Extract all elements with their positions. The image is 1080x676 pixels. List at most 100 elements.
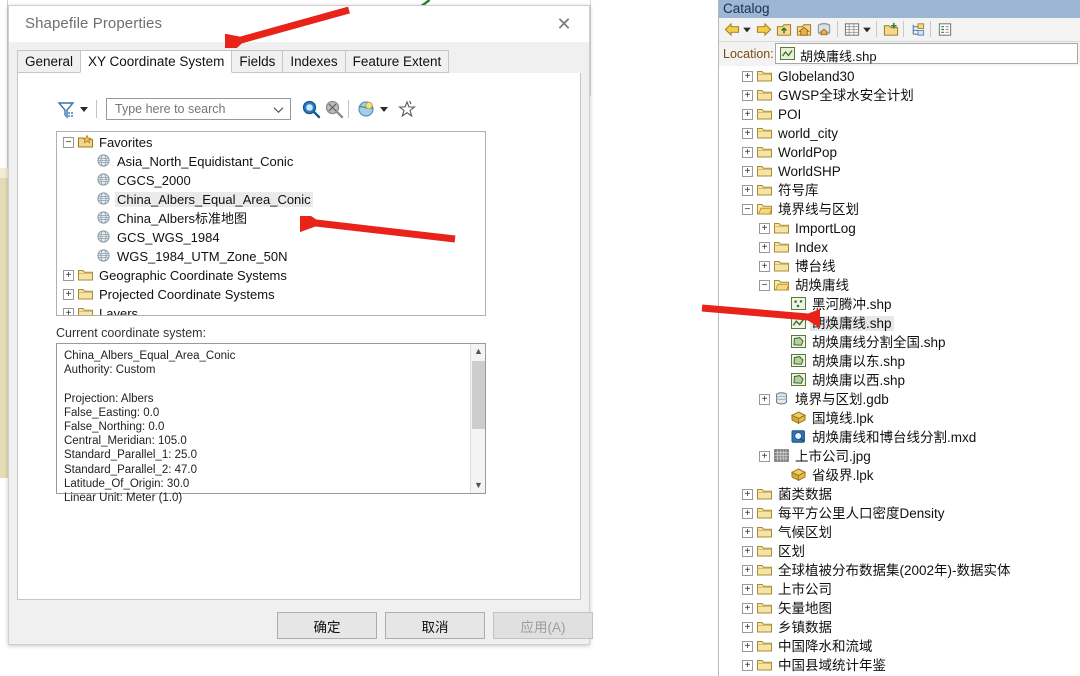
tree-item[interactable]: + 中国降水和流域 bbox=[719, 636, 1080, 655]
tree-item[interactable]: + 矢量地图 bbox=[719, 598, 1080, 617]
tree-item[interactable]: + 境界与区划.gdb bbox=[719, 389, 1080, 408]
tree-item[interactable]: + 中国县域统计年鉴 bbox=[719, 655, 1080, 674]
tab-general[interactable]: General bbox=[17, 50, 82, 73]
expand-icon[interactable]: + bbox=[742, 127, 753, 139]
tree-item[interactable]: + WorldSHP bbox=[719, 161, 1080, 180]
ok-button[interactable]: 确定 bbox=[277, 612, 377, 639]
expand-icon[interactable]: + bbox=[63, 289, 74, 301]
tree-item[interactable]: China_Albers_Equal_Area_Conic bbox=[57, 189, 485, 208]
expand-icon[interactable]: + bbox=[63, 308, 74, 315]
expand-icon[interactable]: + bbox=[742, 564, 753, 576]
tree-item[interactable]: − Favorites bbox=[57, 132, 485, 151]
tree-item[interactable]: 胡焕庸线和博台线分割.mxd bbox=[719, 427, 1080, 446]
expand-icon[interactable]: + bbox=[742, 640, 753, 652]
location-combobox[interactable]: 胡焕庸线.shp bbox=[775, 43, 1078, 64]
tree-item[interactable]: − 境界线与区划 bbox=[719, 199, 1080, 218]
cancel-button[interactable]: 取消 bbox=[385, 612, 485, 639]
tree-item[interactable]: + world_city bbox=[719, 123, 1080, 142]
description-icon[interactable] bbox=[936, 21, 954, 38]
grid-view-icon[interactable] bbox=[843, 21, 861, 38]
tree-item[interactable]: + POI bbox=[719, 104, 1080, 123]
expand-icon[interactable]: + bbox=[742, 108, 753, 120]
expand-icon[interactable]: + bbox=[759, 450, 770, 462]
tree-item[interactable]: + 全球植被分布数据集(2002年)-数据实体 bbox=[719, 560, 1080, 579]
scrollbar-thumb[interactable] bbox=[472, 361, 485, 429]
tree-item[interactable]: + 符号库 bbox=[719, 180, 1080, 199]
expand-icon[interactable]: + bbox=[742, 146, 753, 158]
collapse-icon[interactable]: − bbox=[742, 203, 753, 215]
collapse-icon[interactable]: − bbox=[63, 137, 74, 149]
vertical-scrollbar[interactable]: ▲ ▼ bbox=[470, 344, 485, 493]
tree-item[interactable]: + Globeland30 bbox=[719, 66, 1080, 85]
tree-item[interactable]: + Layers bbox=[57, 303, 485, 315]
tree-item[interactable]: + GWSP全球水安全计划 bbox=[719, 85, 1080, 104]
tree-item[interactable]: GCS_WGS_1984 bbox=[57, 227, 485, 246]
tree-item[interactable]: 胡焕庸以东.shp bbox=[719, 351, 1080, 370]
filter-icon[interactable] bbox=[56, 100, 76, 120]
expand-icon[interactable]: + bbox=[742, 89, 753, 101]
collapse-icon[interactable]: − bbox=[759, 279, 770, 291]
expand-icon[interactable]: + bbox=[742, 488, 753, 500]
expand-icon[interactable]: + bbox=[759, 222, 770, 234]
expand-icon[interactable]: + bbox=[742, 545, 753, 557]
tree-item[interactable]: + 区划 bbox=[719, 541, 1080, 560]
tree-item[interactable]: CGCS_2000 bbox=[57, 170, 485, 189]
coordinate-system-tree[interactable]: − Favorites Asia_North_Equidistant_Conic CG… bbox=[56, 131, 486, 316]
expand-icon[interactable]: + bbox=[742, 602, 753, 614]
expand-icon[interactable]: + bbox=[742, 184, 753, 196]
scroll-down-icon[interactable]: ▼ bbox=[471, 478, 486, 493]
forward-arrow-icon[interactable] bbox=[755, 21, 773, 38]
expand-icon[interactable]: + bbox=[742, 583, 753, 595]
up-one-level-icon[interactable] bbox=[775, 21, 793, 38]
tree-item[interactable]: + 气候区划 bbox=[719, 522, 1080, 541]
tab-feature-extent[interactable]: Feature Extent bbox=[344, 50, 450, 73]
tree-item[interactable]: + 上市公司.jpg bbox=[719, 446, 1080, 465]
expand-icon[interactable]: + bbox=[742, 659, 753, 671]
tree-item[interactable]: 黑河腾冲.shp bbox=[719, 294, 1080, 313]
tree-item[interactable]: − 胡焕庸线 bbox=[719, 275, 1080, 294]
chevron-down-icon[interactable] bbox=[273, 104, 284, 115]
search-input-wrapper[interactable] bbox=[106, 98, 291, 120]
expand-icon[interactable]: + bbox=[742, 621, 753, 633]
tab-xy-coordinate-system[interactable]: XY Coordinate System bbox=[80, 50, 233, 73]
globe-dropdown-icon[interactable] bbox=[380, 107, 388, 112]
grid-dropdown-icon[interactable] bbox=[862, 21, 872, 38]
expand-icon[interactable]: + bbox=[742, 70, 753, 82]
tree-item[interactable]: 省级界.lpk bbox=[719, 465, 1080, 484]
scroll-up-icon[interactable]: ▲ bbox=[471, 344, 486, 359]
expand-icon[interactable]: + bbox=[63, 270, 74, 282]
expand-icon[interactable]: + bbox=[759, 260, 770, 272]
tree-item[interactable]: + Projected Coordinate Systems bbox=[57, 284, 485, 303]
tree-item[interactable]: + 每平方公里人口密度Density bbox=[719, 503, 1080, 522]
tree-item[interactable]: + ImportLog bbox=[719, 218, 1080, 237]
tree-item[interactable]: + 博台线 bbox=[719, 256, 1080, 275]
toggle-tree-icon[interactable] bbox=[909, 21, 927, 38]
tree-item[interactable]: + Index bbox=[719, 237, 1080, 256]
tree-item[interactable]: China_Albers标准地图 bbox=[57, 208, 485, 227]
tab-fields[interactable]: Fields bbox=[231, 50, 284, 73]
filter-dropdown-icon[interactable] bbox=[80, 107, 88, 112]
back-dropdown-icon[interactable] bbox=[742, 21, 752, 38]
search-icon[interactable] bbox=[301, 99, 321, 119]
add-favorite-icon[interactable] bbox=[398, 100, 416, 118]
expand-icon[interactable]: + bbox=[759, 241, 770, 253]
connect-folder-icon[interactable] bbox=[882, 21, 900, 38]
expand-icon[interactable]: + bbox=[759, 393, 770, 405]
tree-item[interactable]: 胡焕庸线分割全国.shp bbox=[719, 332, 1080, 351]
tree-item[interactable]: 国境线.lpk bbox=[719, 408, 1080, 427]
home-icon[interactable] bbox=[795, 21, 813, 38]
search-input[interactable] bbox=[113, 101, 267, 117]
tree-item[interactable]: 胡焕庸以西.shp bbox=[719, 370, 1080, 389]
catalog-tree[interactable]: + Globeland30 + GWSP全球水安全计划 + POI + world_city +… bbox=[719, 66, 1080, 676]
tree-item[interactable]: WGS_1984_UTM_Zone_50N bbox=[57, 246, 485, 265]
home-database-icon[interactable] bbox=[815, 21, 833, 38]
back-arrow-icon[interactable] bbox=[723, 21, 741, 38]
clear-search-icon[interactable] bbox=[324, 99, 344, 119]
expand-icon[interactable]: + bbox=[742, 526, 753, 538]
tree-item[interactable]: + WorldPop bbox=[719, 142, 1080, 161]
tree-item[interactable]: 胡焕庸线.shp bbox=[719, 313, 1080, 332]
expand-icon[interactable]: + bbox=[742, 165, 753, 177]
close-icon[interactable]: ✕ bbox=[549, 11, 579, 37]
tree-item[interactable]: + 菌类数据 bbox=[719, 484, 1080, 503]
tree-item[interactable]: + 上市公司 bbox=[719, 579, 1080, 598]
